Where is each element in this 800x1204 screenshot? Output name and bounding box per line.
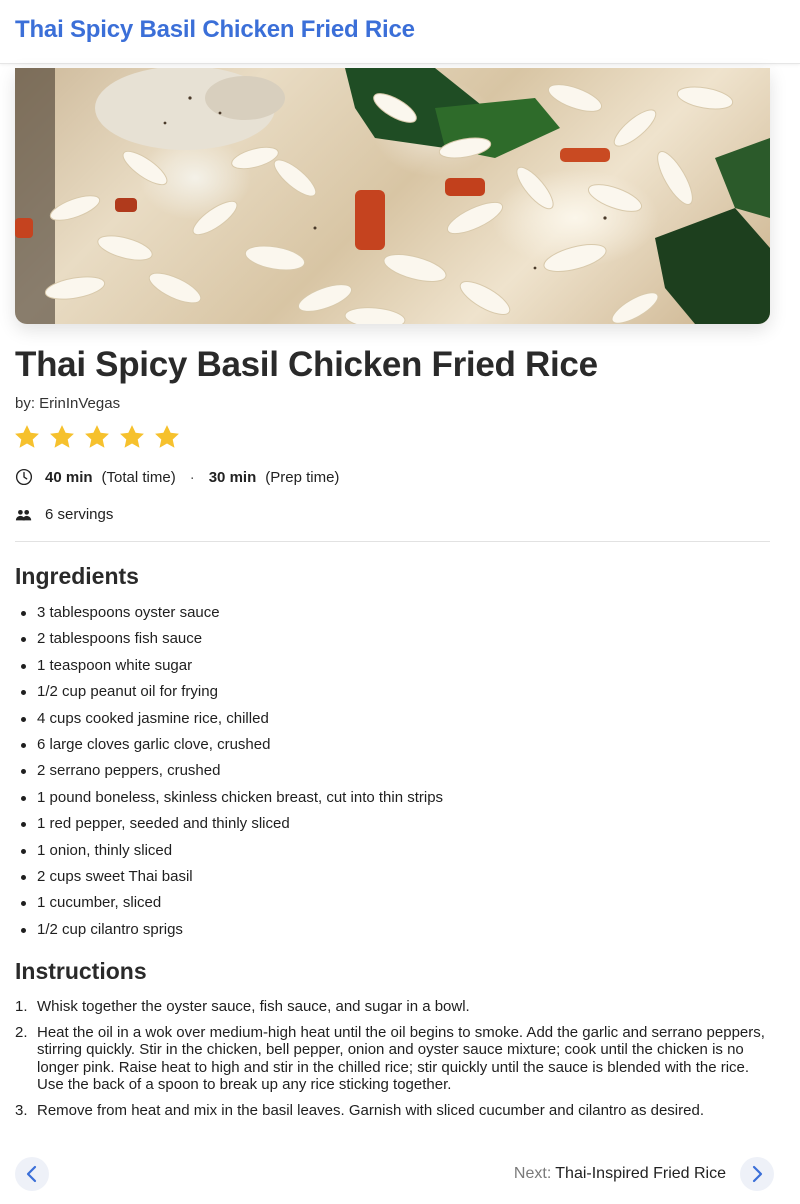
chevron-left-icon (26, 1165, 37, 1183)
instructions-list: 1. Whisk together the oyster sauce, fish… (15, 998, 775, 1128)
time-separator: · (189, 468, 195, 486)
star-icon (155, 425, 179, 448)
divider (15, 541, 770, 542)
total-time: 40 min (45, 468, 93, 486)
ingredient-item: 1 red pepper, seeded and thinly sliced (15, 813, 775, 839)
star-icon (15, 425, 39, 448)
star-icon (85, 425, 109, 448)
ingredients-heading: Ingredients (15, 563, 139, 589)
step-number: 3. (15, 1101, 28, 1119)
next-prefix: Next: (513, 1165, 552, 1182)
next-recipe-title: Thai-Inspired Fried Rice (555, 1165, 726, 1182)
ingredient-item: 6 large cloves garlic clove, crushed (15, 734, 775, 760)
ingredient-item: 1 teaspoon white sugar (15, 655, 775, 681)
servings-info: 6 servings (15, 506, 113, 523)
instruction-step: 2. Heat the oil in a wok over medium-hig… (15, 1024, 775, 1094)
top-bar: Thai Spicy Basil Chicken Fried Rice (0, 0, 800, 64)
star-rating (13, 423, 181, 451)
star-icon (120, 425, 144, 448)
next-recipe-button[interactable] (740, 1157, 774, 1191)
ingredient-item: 1 onion, thinly sliced (15, 840, 775, 866)
instructions-heading: Instructions (15, 958, 147, 984)
previous-recipe-button[interactable] (15, 1157, 49, 1191)
prep-time: 30 min (208, 468, 257, 486)
step-number: 2. (15, 1023, 28, 1041)
servings-text: 6 servings (45, 506, 114, 523)
next-recipe-link[interactable]: Next: Thai-Inspired Fried Rice (514, 1165, 726, 1183)
chevron-right-icon (752, 1165, 763, 1183)
ingredient-item: 2 tablespoons fish sauce (15, 628, 775, 654)
instruction-step: 3. Remove from heat and mix in the basil… (15, 1102, 775, 1120)
recipe-hero-image (15, 68, 770, 324)
fried-rice-photo (15, 68, 770, 324)
step-text: Heat the oil in a wok over medium-high h… (37, 1023, 765, 1094)
ingredient-item: 4 cups cooked jasmine rice, chilled (15, 708, 775, 734)
people-icon (15, 509, 32, 520)
ingredient-item: 1 cucumber, sliced (15, 892, 775, 918)
step-text: Whisk together the oyster sauce, fish sa… (37, 998, 470, 1015)
ingredient-item: 1/2 cup cilantro sprigs (15, 919, 775, 945)
time-info: 40 min (Total time) · 30 min (Prep time) (15, 468, 339, 486)
ingredient-item: 3 tablespoons oyster sauce (15, 602, 775, 628)
step-text: Remove from heat and mix in the basil le… (37, 1101, 704, 1119)
step-number: 1. (15, 998, 28, 1015)
star-icon (50, 425, 74, 448)
ingredient-item: 1 pound boneless, skinless chicken breas… (15, 787, 775, 813)
recipe-title: Thai Spicy Basil Chicken Fried Rice (15, 345, 598, 384)
prep-time-label: (Prep time) (265, 468, 340, 486)
ingredient-item: 1/2 cup peanut oil for frying (15, 681, 775, 707)
ingredient-item: 2 cups sweet Thai basil (15, 866, 775, 892)
ingredients-list: 3 tablespoons oyster sauce 2 tablespoons… (15, 602, 775, 945)
total-time-label: (Total time) (101, 468, 176, 486)
clock-icon (15, 468, 33, 486)
instruction-step: 1. Whisk together the oyster sauce, fish… (15, 998, 775, 1016)
header-title[interactable]: Thai Spicy Basil Chicken Fried Rice (15, 16, 415, 44)
ingredient-item: 2 serrano peppers, crushed (15, 760, 775, 786)
recipe-author[interactable]: by: ErinInVegas (15, 395, 120, 412)
